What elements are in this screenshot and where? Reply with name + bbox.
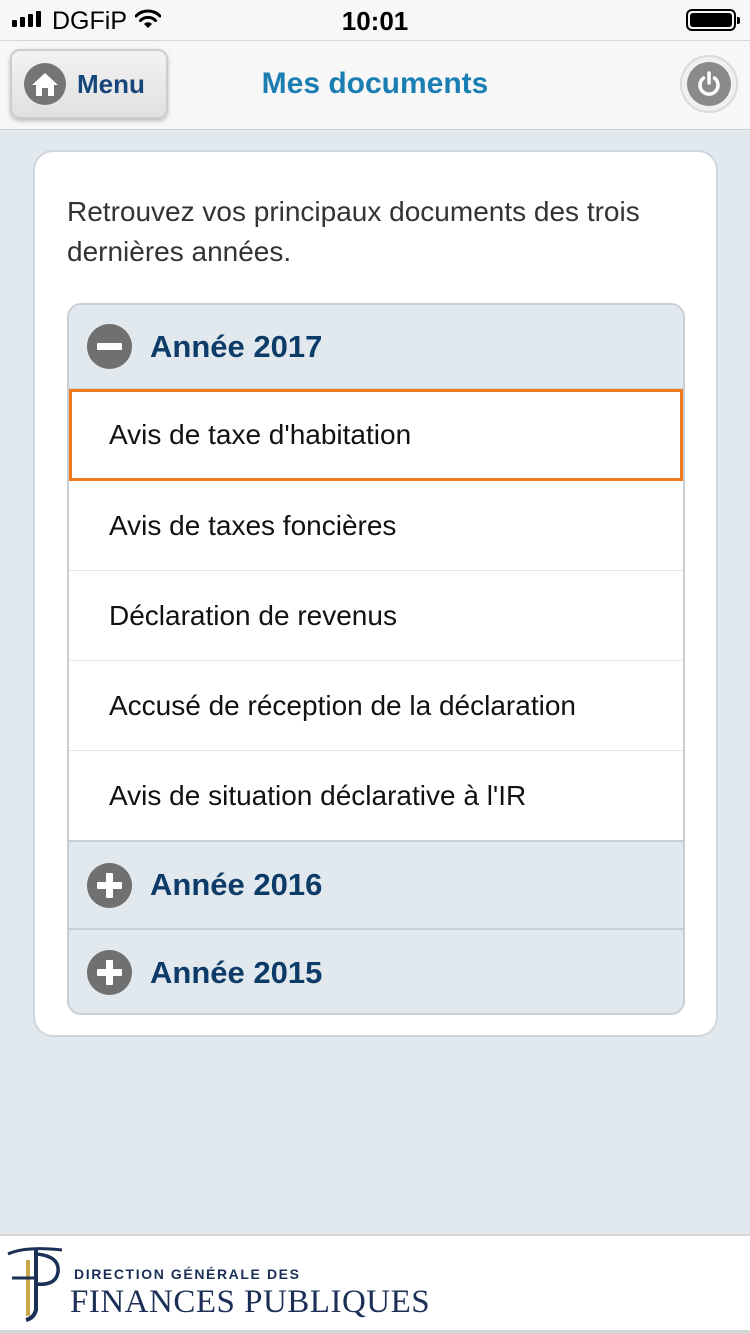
years-accordion: Année 2017 Avis de taxe d'habitation Avi…	[67, 303, 685, 1015]
document-declaration-revenus[interactable]: Déclaration de revenus	[69, 571, 683, 661]
collapse-minus-icon	[87, 324, 132, 369]
dgfip-logo-icon	[7, 1247, 63, 1322]
nav-bar: Menu Mes documents	[0, 40, 750, 130]
year-label: Année 2015	[150, 954, 323, 990]
battery-icon	[686, 9, 740, 31]
document-avis-situation-declarative[interactable]: Avis de situation déclarative à l'IR	[69, 751, 683, 841]
document-accuse-reception[interactable]: Accusé de réception de la déclaration	[69, 661, 683, 751]
page-title: Mes documents	[261, 67, 489, 100]
year-label: Année 2017	[150, 328, 323, 364]
footer-divider	[0, 1330, 750, 1334]
document-avis-taxes-foncieres[interactable]: Avis de taxes foncières	[69, 481, 683, 571]
year-label: Année 2016	[150, 867, 323, 902]
document-label: Avis de situation déclarative à l'IR	[109, 780, 527, 811]
document-label: Accusé de réception de la déclaration	[109, 689, 576, 721]
year-2015-header[interactable]: Année 2015	[69, 928, 683, 1013]
status-bar: DGFiP 10:01	[0, 0, 750, 40]
document-label: Avis de taxes foncières	[109, 509, 397, 541]
power-icon	[687, 62, 731, 106]
expand-plus-icon	[87, 950, 132, 995]
year-2017-header[interactable]: Année 2017	[69, 305, 683, 389]
year-2016-header[interactable]: Année 2016	[69, 840, 683, 928]
logout-button[interactable]	[680, 55, 738, 113]
document-label: Avis de taxe d'habitation	[109, 419, 412, 450]
document-avis-taxe-habitation[interactable]: Avis de taxe d'habitation	[69, 389, 683, 481]
document-label: Déclaration de revenus	[109, 599, 397, 631]
clock: 10:01	[341, 6, 409, 36]
logo-text-line1: DIRECTION GÉNÉRALE DES	[74, 1266, 301, 1282]
intro-text: Retrouvez vos principaux documents des t…	[67, 196, 640, 267]
expand-plus-icon	[87, 862, 132, 908]
footer: DIRECTION GÉNÉRALE DES FINANCES PUBLIQUE…	[0, 1234, 750, 1334]
logo-text-line2: FINANCES PUBLIQUES	[70, 1284, 431, 1320]
documents-card: Retrouvez vos principaux documents des t…	[33, 150, 718, 1037]
